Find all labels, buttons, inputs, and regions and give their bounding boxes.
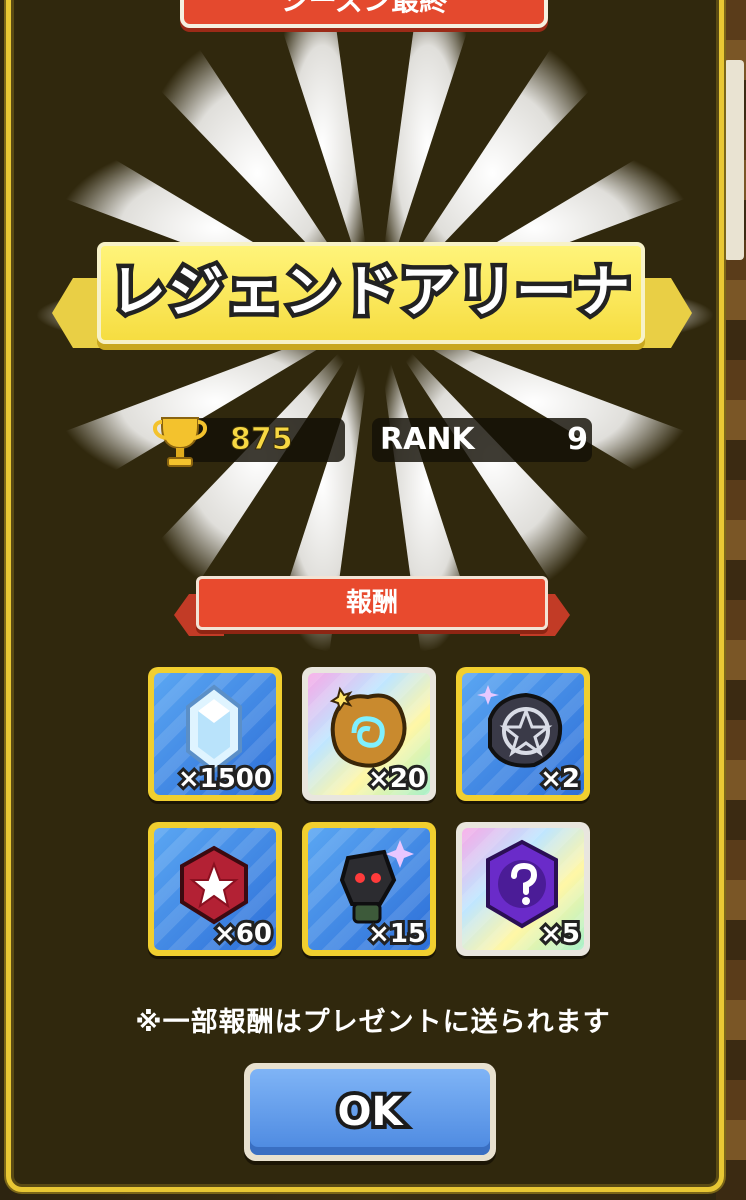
reward-tile-pentagram[interactable]: ×2 bbox=[456, 667, 590, 801]
reward-qty: ×20 bbox=[365, 761, 429, 795]
reward-tile-rune-stone[interactable]: ×20 bbox=[302, 667, 436, 801]
trophy-score: 875 bbox=[230, 422, 294, 458]
rewards-banner-body: 報酬 bbox=[196, 576, 548, 630]
ok-button[interactable]: OK bbox=[244, 1063, 496, 1161]
ok-button-label: OK bbox=[334, 1085, 407, 1139]
reward-qty: ×15 bbox=[365, 916, 429, 950]
reward-qty: ×60 bbox=[211, 916, 275, 950]
reward-qty: ×2 bbox=[537, 761, 583, 795]
title-ribbon: レジェンドアリーナ bbox=[52, 238, 692, 358]
reward-qty: ×1500 bbox=[175, 761, 275, 795]
gift-note: ※一部報酬はプレゼントに送られます bbox=[135, 1007, 611, 1038]
arena-title: レジェンドアリーナ bbox=[106, 256, 635, 330]
ok-button-face[interactable]: OK bbox=[250, 1069, 490, 1155]
reward-tile-mystery[interactable]: ×5 bbox=[456, 822, 590, 956]
top-banner-label: シーズン最終 bbox=[280, 0, 448, 17]
rewards-header: 報酬 bbox=[345, 588, 398, 618]
reward-qty: ×5 bbox=[537, 916, 583, 950]
reward-tile-dark-creature[interactable]: ×15 bbox=[302, 822, 436, 956]
rank-value: 9 bbox=[567, 422, 588, 457]
reward-tile-crystal[interactable]: ×1500 bbox=[148, 667, 282, 801]
ribbon-body: レジェンドアリーナ bbox=[97, 242, 645, 344]
top-banner: シーズン最終 bbox=[180, 0, 548, 28]
trophy-icon bbox=[153, 417, 207, 467]
reward-tile-red-gem[interactable]: ×60 bbox=[148, 822, 282, 956]
rewards-banner: 報酬 bbox=[174, 574, 570, 640]
rank-label: RANK bbox=[380, 422, 475, 457]
